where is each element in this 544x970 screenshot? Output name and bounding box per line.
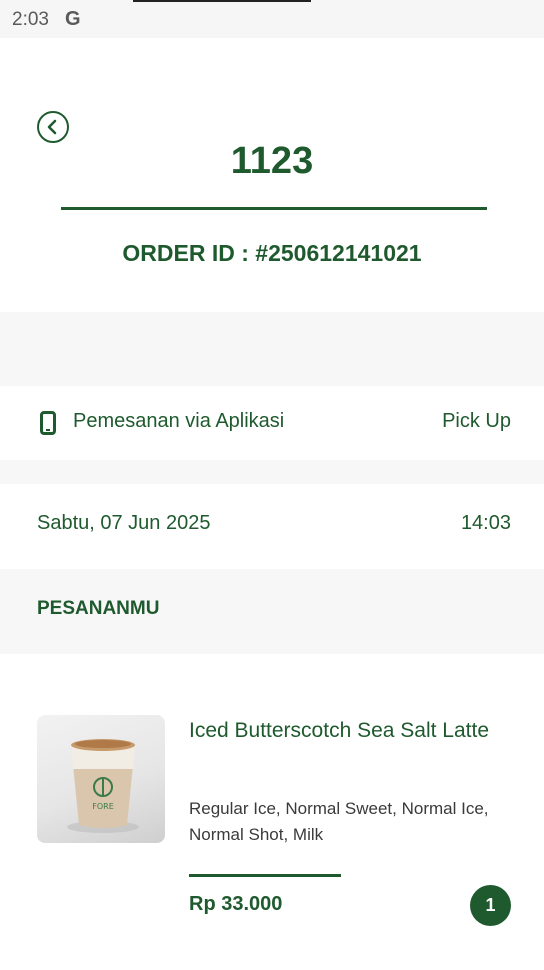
date-time-row: Sabtu, 07 Jun 2025 14:03	[0, 484, 544, 569]
title-divider	[61, 207, 487, 210]
chevron-left-icon	[47, 119, 57, 135]
spacer-band	[0, 460, 544, 484]
status-time: 2:03	[12, 9, 49, 30]
order-date: Sabtu, 07 Jun 2025	[37, 512, 211, 534]
price-divider	[189, 874, 341, 877]
iced-latte-cup-icon: FORE	[67, 739, 139, 833]
order-id: ORDER ID : #250612141021	[122, 240, 422, 266]
channel-label: Pemesanan via Aplikasi	[73, 410, 285, 432]
section-title: PESANANMU	[37, 598, 160, 619]
quantity-badge: 1	[470, 885, 511, 926]
google-icon: G	[65, 8, 81, 30]
back-button[interactable]	[37, 111, 69, 143]
camera-notch	[133, 0, 311, 2]
status-bar: 2:03 G	[0, 0, 544, 38]
cup-logo-text: FORE	[92, 802, 114, 811]
product-image: FORE	[37, 715, 165, 843]
product-price: Rp 33.000	[189, 893, 283, 915]
spacer-band	[0, 312, 544, 386]
product-options: Regular Ice, Normal Sweet, Normal Ice, N…	[189, 799, 489, 844]
product-name[interactable]: Iced Butterscotch Sea Salt Latte	[189, 716, 509, 746]
order-channel-row: Pemesanan via Aplikasi Pick Up	[0, 386, 544, 460]
order-time: 14:03	[460, 512, 511, 534]
queue-number: 1123	[230, 140, 314, 182]
pickup-type: Pick Up	[442, 410, 511, 432]
smartphone-icon	[40, 411, 56, 435]
